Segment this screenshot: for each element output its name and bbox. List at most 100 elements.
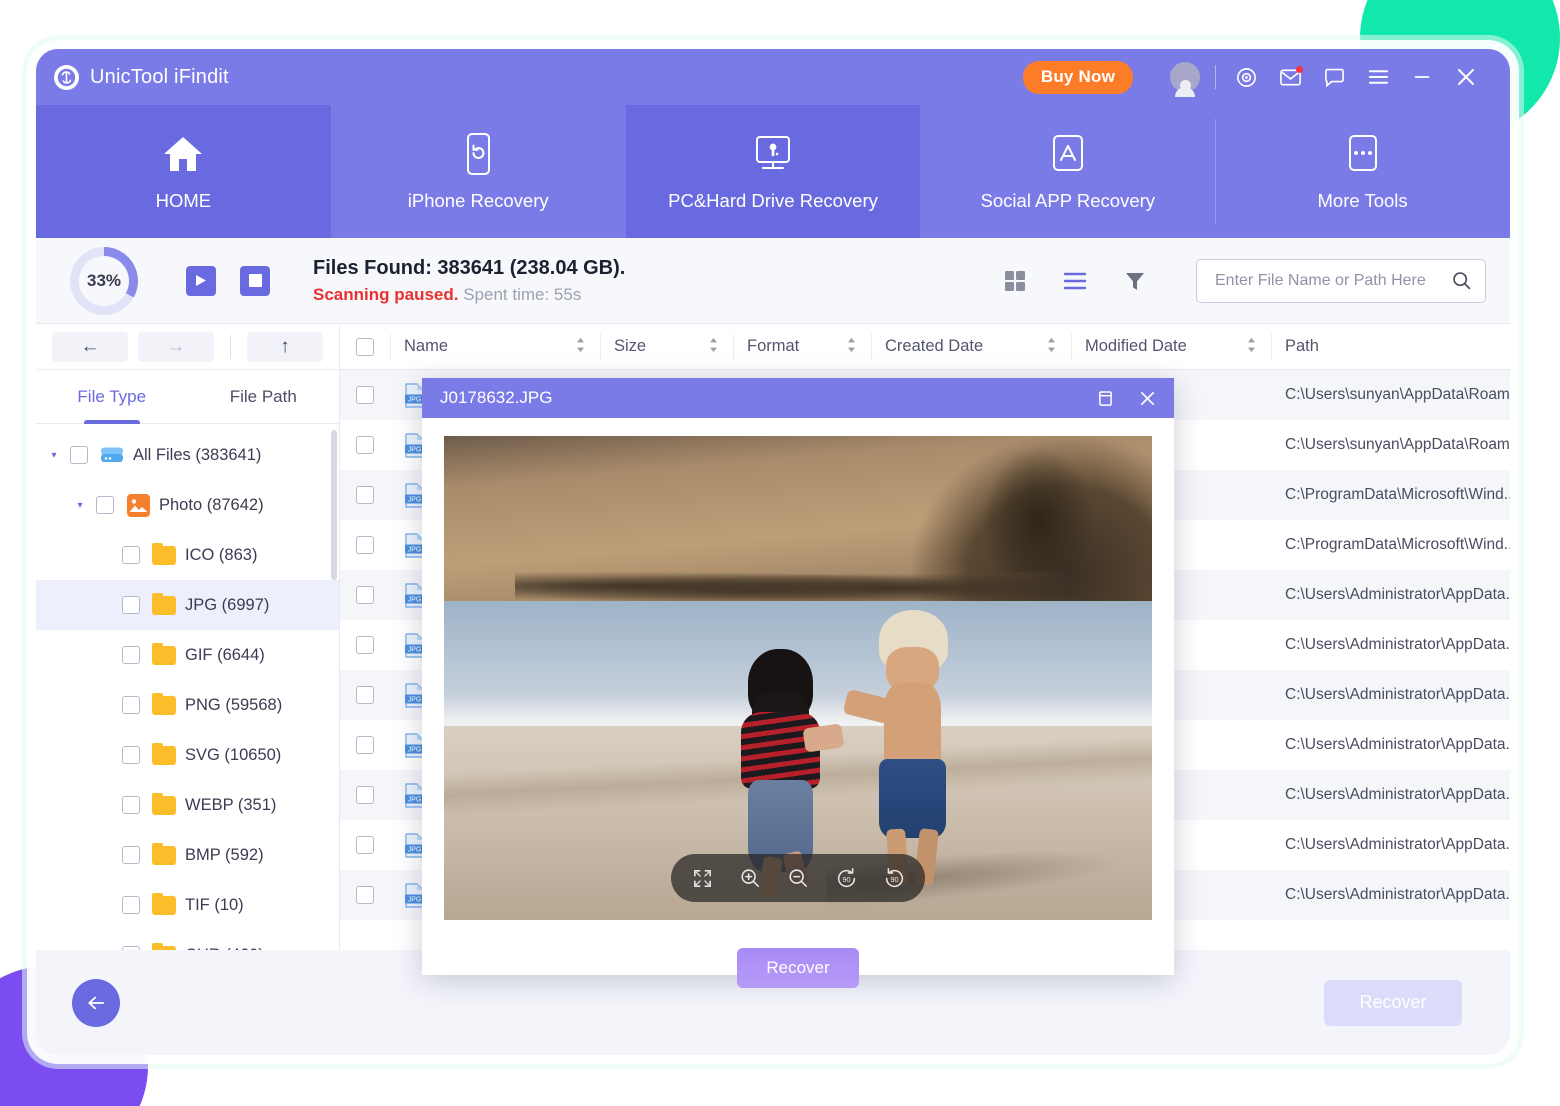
sort-icon[interactable] <box>708 337 719 355</box>
zoom-in-icon[interactable] <box>737 865 763 891</box>
nav-forward-button[interactable]: → <box>138 331 214 362</box>
search-input[interactable] <box>1215 271 1451 290</box>
filter-icon[interactable] <box>1118 264 1152 298</box>
nav-tab-pc-hard-drive-recovery[interactable]: PC&Hard Drive Recovery <box>625 105 921 238</box>
sort-icon[interactable] <box>846 337 857 355</box>
resume-scan-button[interactable] <box>186 265 216 296</box>
tree-item[interactable]: CUR (460) <box>36 930 339 950</box>
row-checkbox[interactable] <box>356 386 374 404</box>
row-checkbox[interactable] <box>356 786 374 804</box>
nav-tab-home[interactable]: HOME <box>36 105 331 238</box>
row-checkbox-cell[interactable] <box>340 670 390 720</box>
tree-item[interactable]: ▾ All Files (383641) <box>36 430 339 480</box>
column-header-path[interactable]: Path <box>1271 324 1510 370</box>
list-view-icon[interactable] <box>1058 264 1092 298</box>
scan-status-text: Scanning paused. <box>313 284 459 304</box>
sort-icon[interactable] <box>1246 337 1257 355</box>
row-checkbox[interactable] <box>356 436 374 454</box>
tree-item[interactable]: GIF (6644) <box>36 630 339 680</box>
tree-item[interactable]: SVG (10650) <box>36 730 339 780</box>
back-arrow-icon[interactable] <box>72 978 120 1027</box>
close-icon[interactable] <box>1136 387 1158 409</box>
mail-icon[interactable] <box>1268 57 1312 97</box>
nav-label: PC&Hard Drive Recovery <box>668 189 878 211</box>
buy-now-button[interactable]: Buy Now <box>1022 60 1133 94</box>
grid-view-icon[interactable] <box>998 264 1032 298</box>
row-checkbox[interactable] <box>356 536 374 554</box>
tree-item[interactable]: WEBP (351) <box>36 780 339 830</box>
nav-back-button[interactable]: ← <box>52 331 128 362</box>
tree-item[interactable]: TIF (10) <box>36 880 339 930</box>
minimize-icon[interactable] <box>1400 57 1444 97</box>
column-header-name[interactable]: Name <box>390 324 600 370</box>
nav-up-button[interactable]: ↑ <box>247 331 323 362</box>
row-checkbox-cell[interactable] <box>340 820 390 870</box>
select-all-header[interactable] <box>340 324 390 370</box>
row-checkbox-cell[interactable] <box>340 470 390 520</box>
row-checkbox-cell[interactable] <box>340 870 390 920</box>
tree-item-checkbox[interactable] <box>122 546 140 564</box>
recover-button[interactable]: Recover <box>1324 979 1462 1026</box>
row-checkbox[interactable] <box>356 836 374 854</box>
column-header-size[interactable]: Size <box>600 324 733 370</box>
tree-item[interactable]: JPG (6997) <box>36 580 339 630</box>
fit-screen-icon[interactable] <box>689 865 715 891</box>
row-checkbox[interactable] <box>356 586 374 604</box>
rotate-left-90-icon[interactable]: 90 <box>833 865 859 891</box>
close-icon[interactable] <box>1444 57 1488 97</box>
svg-text:JPG: JPG <box>408 646 422 653</box>
tree-item[interactable]: ICO (863) <box>36 530 339 580</box>
sort-icon[interactable] <box>1046 337 1057 355</box>
tree-item-checkbox[interactable] <box>122 896 140 914</box>
tree-item-checkbox[interactable] <box>122 646 140 664</box>
row-checkbox-cell[interactable] <box>340 420 390 470</box>
row-checkbox-cell[interactable] <box>340 720 390 770</box>
column-header-created-date[interactable]: Created Date <box>871 324 1071 370</box>
tree-item-checkbox[interactable] <box>122 746 140 764</box>
tree-item-checkbox[interactable] <box>96 496 114 514</box>
target-icon[interactable] <box>1224 57 1268 97</box>
tree-item-checkbox[interactable] <box>122 596 140 614</box>
tree-item-checkbox[interactable] <box>122 696 140 714</box>
row-checkbox[interactable] <box>356 636 374 654</box>
search-icon[interactable] <box>1451 270 1472 291</box>
row-checkbox[interactable] <box>356 686 374 704</box>
tree-item-checkbox[interactable] <box>122 846 140 864</box>
tab-file-path[interactable]: File Path <box>188 370 340 423</box>
row-checkbox-cell[interactable] <box>340 570 390 620</box>
nav-tab-iphone-recovery[interactable]: iPhone Recovery <box>331 105 626 238</box>
menu-icon[interactable] <box>1356 57 1400 97</box>
tree-item-checkbox[interactable] <box>70 446 88 464</box>
tree-item[interactable]: PNG (59568) <box>36 680 339 730</box>
row-checkbox[interactable] <box>356 886 374 904</box>
phone-refresh-icon <box>460 132 496 176</box>
sort-icon[interactable] <box>575 337 586 355</box>
column-header-modified-date[interactable]: Modified Date <box>1071 324 1271 370</box>
restore-window-icon[interactable] <box>1094 387 1116 409</box>
row-checkbox[interactable] <box>356 736 374 754</box>
row-checkbox-cell[interactable] <box>340 770 390 820</box>
tab-file-type[interactable]: File Type <box>36 370 188 423</box>
column-header-format[interactable]: Format <box>733 324 871 370</box>
chevron-down-icon[interactable]: ▾ <box>72 500 88 511</box>
select-all-checkbox[interactable] <box>356 337 374 356</box>
account-avatar-icon[interactable] <box>1163 57 1207 97</box>
rotate-right-90-icon[interactable]: 90 <box>881 865 907 891</box>
search-box[interactable] <box>1196 258 1486 303</box>
preview-recover-button[interactable]: Recover <box>737 947 859 988</box>
tree-item[interactable]: ▾ Photo (87642) <box>36 480 339 530</box>
preview-file-name: J0178632.JPG <box>440 388 553 407</box>
zoom-out-icon[interactable] <box>785 865 811 891</box>
tree-item-checkbox[interactable] <box>122 946 140 950</box>
nav-tab-more-tools[interactable]: More Tools <box>1215 105 1510 238</box>
stop-scan-button[interactable] <box>240 265 270 296</box>
chat-icon[interactable] <box>1312 57 1356 97</box>
tree-item[interactable]: BMP (592) <box>36 830 339 880</box>
tree-item-checkbox[interactable] <box>122 796 140 814</box>
row-checkbox-cell[interactable] <box>340 620 390 670</box>
row-checkbox-cell[interactable] <box>340 370 390 420</box>
nav-tab-social-app-recovery[interactable]: Social APP Recovery <box>920 105 1215 238</box>
row-checkbox[interactable] <box>356 486 374 504</box>
row-checkbox-cell[interactable] <box>340 520 390 570</box>
chevron-down-icon[interactable]: ▾ <box>46 450 62 461</box>
